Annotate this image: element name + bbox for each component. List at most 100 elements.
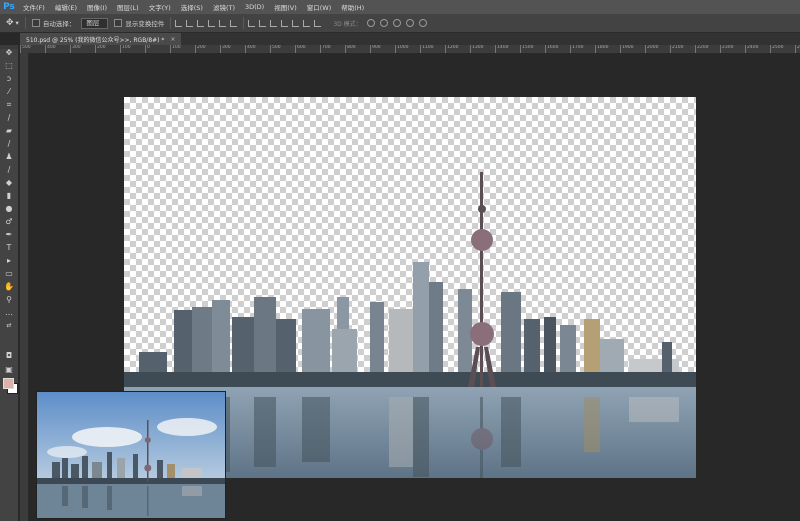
menu-edit[interactable]: 编辑(E): [50, 2, 82, 12]
ruler-tick: 1300: [470, 45, 483, 53]
3d-roll-icon[interactable]: [379, 19, 388, 27]
menu-type[interactable]: 文字(Y): [144, 2, 176, 12]
hand-icon[interactable]: ✋: [4, 282, 14, 292]
menu-3d[interactable]: 3D(D): [240, 3, 269, 11]
ruler-tick: 300: [220, 45, 231, 53]
menu-help[interactable]: 帮助(H): [336, 2, 369, 12]
ruler-tick: 2000: [645, 45, 658, 53]
ruler-tick: 0: [145, 45, 150, 53]
foreground-color-swatch[interactable]: [3, 378, 14, 389]
ruler-tick: 1600: [545, 45, 558, 53]
eyedropper-icon[interactable]: ∕: [4, 113, 14, 123]
ruler-tick: 600: [295, 45, 306, 53]
menu-select[interactable]: 选择(S): [176, 2, 208, 12]
align-right-icon[interactable]: [230, 19, 238, 27]
menu-file[interactable]: 文件(F): [18, 2, 50, 12]
ruler-tick: 100: [170, 45, 181, 53]
quick-select-icon[interactable]: ⁄: [4, 87, 14, 97]
swap-colors-icon[interactable]: ⇄: [4, 321, 14, 331]
oriental-pearl-tower: [468, 172, 496, 387]
distribute-top-icon[interactable]: [248, 19, 256, 27]
eraser-icon[interactable]: ◆: [4, 178, 14, 188]
ruler-tick: 200: [95, 45, 106, 53]
ruler-tick: 700: [320, 45, 331, 53]
menu-window[interactable]: 窗口(W): [302, 2, 337, 12]
crop-icon[interactable]: ⌗: [4, 100, 14, 110]
auto-align-icon[interactable]: [314, 19, 322, 27]
close-icon[interactable]: ×: [170, 36, 175, 43]
align-top-icon[interactable]: [175, 19, 183, 27]
ruler-tick: 1700: [570, 45, 583, 53]
checkbox-box[interactable]: [114, 19, 123, 27]
menu-image[interactable]: 图像(I): [82, 2, 112, 12]
screen-mode-icon[interactable]: ▣: [4, 365, 14, 375]
align-hcenter-icon[interactable]: [219, 19, 227, 27]
lasso-icon[interactable]: ↄ: [4, 74, 14, 84]
3d-rotate-icon[interactable]: [366, 19, 375, 27]
ruler-tick: 2300: [720, 45, 733, 53]
distribute-left-icon[interactable]: [281, 19, 289, 27]
ruler-tick: 2500: [770, 45, 783, 53]
distribute-vcenter-icon[interactable]: [259, 19, 267, 27]
menu-layer[interactable]: 图层(L): [112, 2, 144, 12]
path-select-icon[interactable]: ▸: [4, 256, 14, 266]
menu-view[interactable]: 视图(V): [269, 2, 302, 12]
photoshop-logo[interactable]: Ps: [0, 0, 18, 14]
ruler-tick: 2400: [745, 45, 758, 53]
more-icon[interactable]: …: [4, 308, 14, 318]
align-vcenter-icon[interactable]: [186, 19, 194, 27]
history-brush-icon[interactable]: ∕: [4, 165, 14, 175]
auto-select-label: 自动选择：: [42, 20, 76, 28]
document-tab-bar: 510.psd @ 25% (我的微信公众号>>, RGB/8#) * ×: [20, 33, 800, 45]
ruler-tick: 2100: [670, 45, 683, 53]
quick-mask-icon[interactable]: ◘: [4, 351, 14, 361]
ruler-tick: 800: [345, 45, 356, 53]
healing-brush-icon[interactable]: ▰: [4, 126, 14, 136]
align-left-icon[interactable]: [208, 19, 216, 27]
distribute-right-icon[interactable]: [303, 19, 311, 27]
3d-scale-icon[interactable]: [418, 19, 427, 27]
divider: [243, 17, 245, 29]
ruler-tick: 200: [195, 45, 206, 53]
marquee-icon[interactable]: ⬚: [4, 61, 14, 71]
auto-select-checkbox[interactable]: 自动选择：: [31, 18, 76, 28]
move-tool-preset-icon[interactable]: ✥: [6, 18, 14, 28]
checkbox-box[interactable]: [31, 19, 40, 27]
menu-bar: Ps 文件(F) 编辑(E) 图像(I) 图层(L) 文字(Y) 选择(S) 滤…: [0, 0, 800, 14]
3d-slide-icon[interactable]: [405, 19, 414, 27]
document-tab[interactable]: 510.psd @ 25% (我的微信公众号>>, RGB/8#) * ×: [20, 33, 182, 45]
horizontal-ruler[interactable]: 500 400 300 200 100 0 100 200 300 400 500 600 700 800…: [20, 45, 800, 54]
tools-panel: ✥ ⬚ ↄ ⁄ ⌗ ∕ ▰ ∕ ♟ ∕ ◆ ▮ ● ♂ ✒ T ▸ ▭ ✋ ⚲ …: [0, 45, 19, 521]
dodge-icon[interactable]: ♂: [4, 217, 14, 227]
auto-select-dropdown[interactable]: 图层: [81, 17, 109, 29]
ruler-tick: 1000: [395, 45, 408, 53]
ruler-tick: 300: [70, 45, 81, 53]
3d-pan-icon[interactable]: [392, 19, 401, 27]
ruler-tick: 1800: [595, 45, 608, 53]
ruler-tick: 1900: [620, 45, 633, 53]
clone-stamp-icon[interactable]: ♟: [4, 152, 14, 162]
blur-icon[interactable]: ●: [4, 204, 14, 214]
brush-icon[interactable]: ∕: [4, 139, 14, 149]
ruler-tick: 1500: [520, 45, 533, 53]
type-icon[interactable]: T: [4, 243, 14, 253]
move-icon[interactable]: ✥: [4, 48, 14, 58]
ruler-tick: 1200: [445, 45, 458, 53]
ruler-tick: 2200: [695, 45, 708, 53]
distribute-hcenter-icon[interactable]: [292, 19, 300, 27]
ruler-tick: 400: [245, 45, 256, 53]
align-bottom-icon[interactable]: [197, 19, 205, 27]
transform-controls-checkbox[interactable]: 显示变换控件: [114, 18, 164, 28]
menu-filter[interactable]: 滤镜(T): [208, 2, 240, 12]
distribute-bottom-icon[interactable]: [270, 19, 278, 27]
ruler-tick: 400: [45, 45, 56, 53]
chevron-down-icon[interactable]: ▾: [16, 19, 19, 27]
gradient-icon[interactable]: ▮: [4, 191, 14, 201]
ruler-tick: 2600: [795, 45, 800, 53]
zoom-icon[interactable]: ⚲: [4, 295, 14, 305]
rectangle-icon[interactable]: ▭: [4, 269, 14, 279]
pen-icon[interactable]: ✒: [4, 230, 14, 240]
ruler-tick: 1100: [420, 45, 433, 53]
vertical-ruler[interactable]: [20, 53, 29, 521]
ruler-tick: 900: [370, 45, 381, 53]
